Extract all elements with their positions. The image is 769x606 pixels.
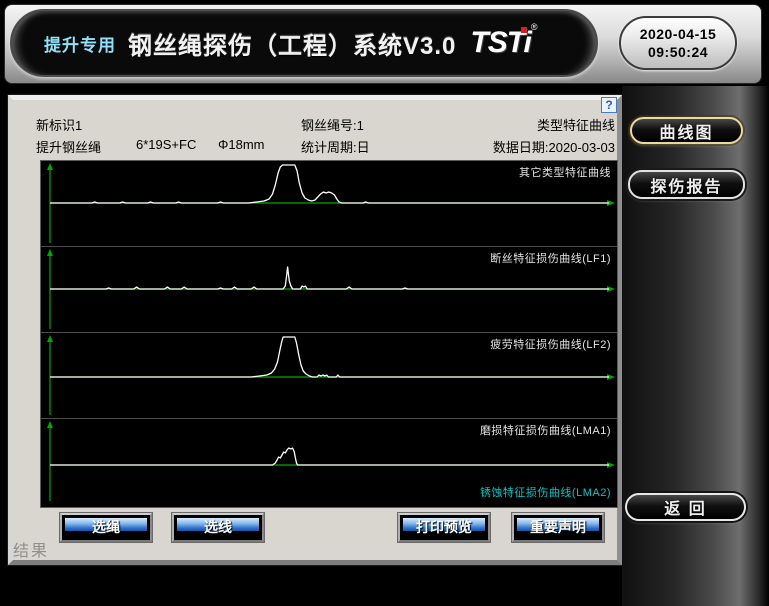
rope-diameter-label: Φ18mm bbox=[218, 137, 265, 152]
rope-number-label: 钢丝绳号:1 bbox=[301, 115, 364, 134]
help-button[interactable]: ? bbox=[601, 97, 617, 113]
date-text: 2020-04-15 bbox=[640, 25, 717, 43]
chart-label: 其它类型特征曲线 bbox=[519, 164, 611, 180]
flaw-report-button[interactable]: 探伤报告 bbox=[628, 170, 745, 199]
main-panel: ? 新标识1 钢丝绳号:1 类型特征曲线 提升钢丝绳 6*19S+FC Φ18m… bbox=[8, 95, 622, 565]
tsti-logo: TSTi® bbox=[470, 26, 537, 60]
rope-spec-label: 6*19S+FC bbox=[136, 137, 196, 152]
sidebar: 曲线图 探伤报告 返 回 bbox=[622, 86, 769, 606]
result-label: 结果 bbox=[13, 537, 49, 561]
important-note-button[interactable]: 重要声明 bbox=[512, 513, 604, 542]
print-preview-label: 打印预览 bbox=[400, 515, 488, 539]
charts-area: 其它类型特征曲线 断丝特征损伤曲线(LF1) 疲劳特征损伤曲线(LF2) 磨损特… bbox=[40, 160, 618, 508]
select-rope-label: 选绳 bbox=[62, 515, 150, 539]
chart-panel-lf1: 断丝特征损伤曲线(LF1) bbox=[41, 247, 617, 333]
important-note-label: 重要声明 bbox=[514, 515, 602, 539]
mode-badge: 提升专用 bbox=[44, 31, 116, 56]
print-preview-button[interactable]: 打印预览 bbox=[398, 513, 490, 542]
chart-label: 疲劳特征损伤曲线(LF2) bbox=[490, 336, 611, 352]
chart-panel-lf2: 疲劳特征损伤曲线(LF2) bbox=[41, 333, 617, 419]
stat-period-label: 统计周期:日 bbox=[301, 137, 370, 156]
datetime-display: 2020-04-15 09:50:24 bbox=[619, 16, 737, 70]
registered-mark: ® bbox=[531, 22, 538, 32]
select-rope-button[interactable]: 选绳 bbox=[60, 513, 152, 542]
select-line-button[interactable]: 选线 bbox=[172, 513, 264, 542]
chart-label: 断丝特征损伤曲线(LF1) bbox=[490, 250, 611, 266]
chart-panel-other: 其它类型特征曲线 bbox=[41, 161, 617, 247]
chart-sublabel: 锈蚀特征损伤曲线(LMA2) bbox=[480, 484, 611, 500]
rope-name-label: 提升钢丝绳 bbox=[36, 137, 101, 156]
logo-red-dot-icon bbox=[521, 27, 527, 33]
data-date-label: 数据日期:2020-03-03 bbox=[493, 137, 615, 156]
back-button[interactable]: 返 回 bbox=[625, 493, 746, 521]
select-line-label: 选线 bbox=[174, 515, 262, 539]
curve-type-label: 类型特征曲线 bbox=[537, 115, 615, 134]
time-text: 09:50:24 bbox=[648, 43, 708, 61]
chart-panel-lma1-lma2: 磨损特征损伤曲线(LMA1) 锈蚀特征损伤曲线(LMA2) bbox=[41, 419, 617, 505]
curve-graph-button[interactable]: 曲线图 bbox=[630, 117, 743, 144]
rope-id-label: 新标识1 bbox=[36, 115, 82, 134]
header-bar: 提升专用 钢丝绳探伤（工程）系统V3.0 TSTi® 2020-04-15 09… bbox=[4, 4, 762, 84]
chart-label: 磨损特征损伤曲线(LMA1) bbox=[480, 422, 611, 438]
app-title: 钢丝绳探伤（工程）系统V3.0 bbox=[128, 26, 456, 61]
title-pill: 提升专用 钢丝绳探伤（工程）系统V3.0 TSTi® bbox=[10, 9, 598, 77]
